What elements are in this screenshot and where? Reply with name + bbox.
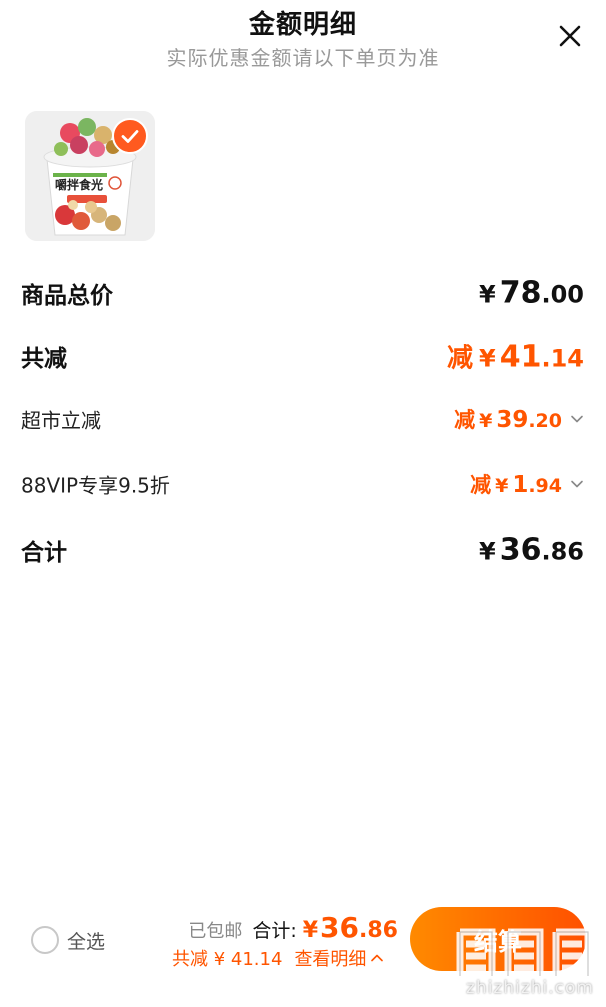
discount-prefix: 减 <box>454 408 476 432</box>
row-supermarket-discount[interactable]: 超市立减 减 ¥ 39 .20 <box>0 399 606 439</box>
watermark-text: zhizhizhi.com <box>466 978 594 998</box>
discount-prefix: 减 <box>447 343 474 374</box>
discount-total-text: 共减 ¥ 41.14 <box>172 949 283 970</box>
amount-integer: 78 <box>499 275 542 311</box>
total-label: 合计: <box>252 920 297 942</box>
amount-integer: 36 <box>499 532 542 568</box>
amount-detail-sheet: 金额明细 实际优惠金额请以下单页为准 嚼拌食光 商品总价 ¥ 78 .00 共减… <box>0 0 606 1007</box>
row-value: 减 ¥ 41 .14 <box>447 338 584 375</box>
amount-integer: 1 <box>512 472 529 498</box>
amount-integer: 39 <box>496 407 529 433</box>
close-button[interactable] <box>554 20 586 52</box>
selected-badge[interactable] <box>112 118 148 154</box>
total-currency: ¥ <box>302 918 319 943</box>
view-details-link[interactable]: 查看明细 <box>294 945 384 971</box>
amount-decimal: .14 <box>541 344 584 373</box>
sheet-title: 金额明细 <box>248 10 357 40</box>
row-value: ¥ 78 .00 <box>479 276 584 311</box>
view-details-label: 查看明细 <box>294 949 367 970</box>
close-icon <box>559 25 581 47</box>
currency-symbol: ¥ <box>479 410 493 432</box>
amount-integer: 41 <box>499 339 542 375</box>
row-label: 合计 <box>21 540 67 566</box>
row-total-discount: 共减 减 ¥ 41 .14 <box>0 336 606 376</box>
amount-decimal: .94 <box>528 475 562 497</box>
row-goods-total: 商品总价 ¥ 78 .00 <box>0 273 606 313</box>
chevron-up-icon <box>371 954 384 962</box>
chevron-down-icon[interactable] <box>570 477 584 491</box>
select-all-radio[interactable] <box>31 926 59 954</box>
amount-decimal: .00 <box>541 280 584 309</box>
row-grand-total: 合计 ¥ 36 .86 <box>0 530 606 570</box>
row-label: 88VIP专享9.5折 <box>21 473 170 498</box>
sheet-subtitle: 实际优惠金额请以下单页为准 <box>166 46 440 70</box>
free-shipping-label: 已包邮 <box>188 921 243 942</box>
discount-prefix: 减 <box>470 473 492 497</box>
amount-decimal: .20 <box>528 410 562 432</box>
row-88vip-discount[interactable]: 88VIP专享9.5折 减 ¥ 1 .94 <box>0 464 606 504</box>
currency-symbol: ¥ <box>479 280 496 309</box>
chevron-down-icon[interactable] <box>570 412 584 426</box>
discount-summary: 共减 ¥ 41.14 查看明细 <box>172 945 384 971</box>
row-value: 减 ¥ 1 .94 <box>470 469 584 499</box>
currency-symbol: ¥ <box>495 475 509 497</box>
currency-symbol: ¥ <box>479 344 496 373</box>
row-value: 减 ¥ 39 .20 <box>454 404 584 434</box>
row-label: 共减 <box>21 346 67 372</box>
total-summary: 已包邮 合计: ¥ 36 .86 <box>188 911 398 944</box>
row-label: 商品总价 <box>21 283 113 309</box>
row-value: ¥ 36 .86 <box>479 533 584 568</box>
total-decimal: .86 <box>359 918 398 943</box>
amount-decimal: .86 <box>541 537 584 566</box>
svg-text:嚼拌食光: 嚼拌食光 <box>55 177 103 192</box>
row-label: 超市立减 <box>21 408 101 433</box>
select-all-label[interactable]: 全选 <box>67 927 105 954</box>
total-integer: 36 <box>320 911 360 944</box>
currency-symbol: ¥ <box>479 537 496 566</box>
check-icon <box>121 130 139 143</box>
